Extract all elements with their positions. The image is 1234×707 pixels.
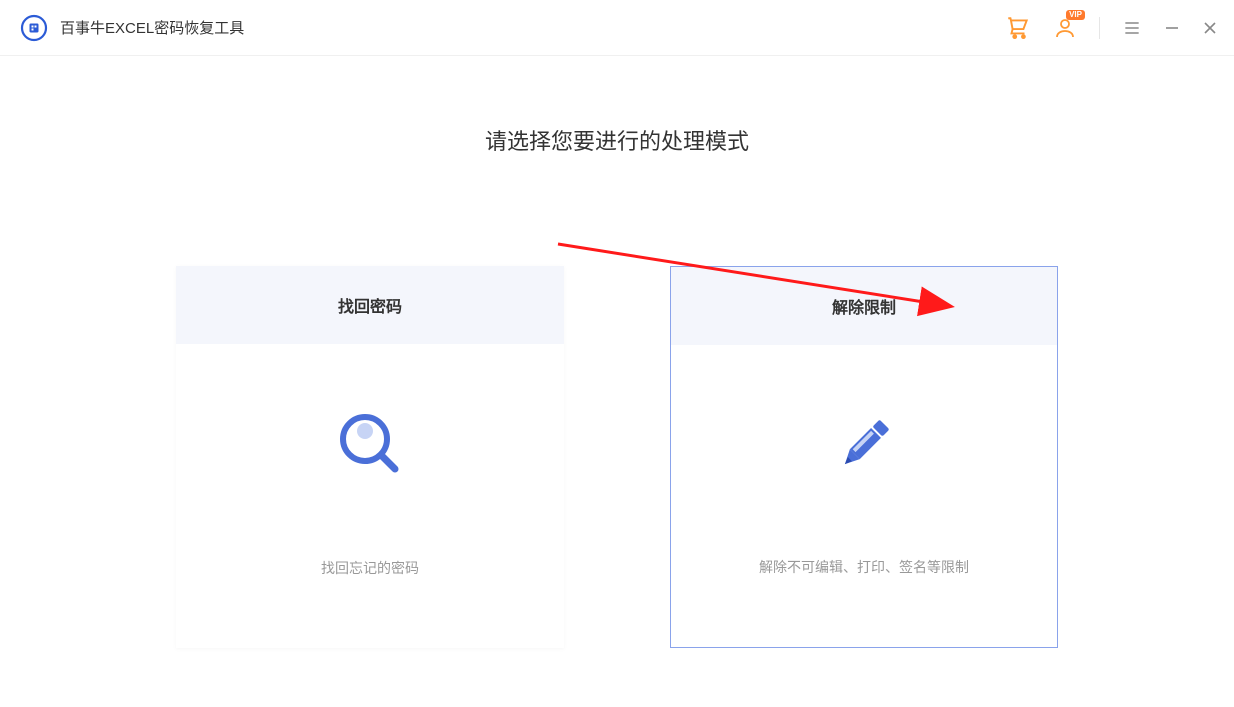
pencil-icon (824, 405, 904, 485)
app-logo-icon (20, 14, 48, 42)
mode-card-recover-password[interactable]: 找回密码 找回忘记的密码 (176, 266, 564, 648)
main-content: 请选择您要进行的处理模式 找回密码 (0, 56, 1234, 648)
mode-card-remove-restrictions[interactable]: 解除限制 解除不可编辑、打印、签名等限制 (670, 266, 1058, 648)
card-title: 找回密码 (338, 293, 402, 317)
card-body: 找回忘记的密码 (176, 344, 564, 648)
search-magnifier-icon (330, 404, 410, 484)
close-icon[interactable] (1202, 20, 1218, 36)
titlebar: 百事牛EXCEL密码恢复工具 VIP (0, 0, 1234, 56)
card-title: 解除限制 (832, 294, 896, 318)
card-desc: 解除不可编辑、打印、签名等限制 (759, 557, 969, 577)
titlebar-left: 百事牛EXCEL密码恢复工具 (20, 14, 244, 42)
minimize-icon[interactable] (1164, 20, 1180, 36)
vip-badge: VIP (1066, 10, 1085, 20)
card-body: 解除不可编辑、打印、签名等限制 (671, 345, 1057, 647)
menu-icon[interactable] (1122, 18, 1142, 38)
card-desc: 找回忘记的密码 (321, 558, 419, 578)
titlebar-divider (1099, 17, 1100, 39)
titlebar-right: VIP (1005, 15, 1218, 41)
card-header: 找回密码 (176, 266, 564, 344)
cart-icon[interactable] (1005, 15, 1031, 41)
page-heading: 请选择您要进行的处理模式 (485, 124, 749, 156)
app-title: 百事牛EXCEL密码恢复工具 (60, 17, 244, 38)
mode-cards: 找回密码 找回忘记的密码 解除限制 (176, 266, 1058, 648)
user-icon[interactable]: VIP (1053, 16, 1077, 40)
card-header: 解除限制 (671, 267, 1057, 345)
